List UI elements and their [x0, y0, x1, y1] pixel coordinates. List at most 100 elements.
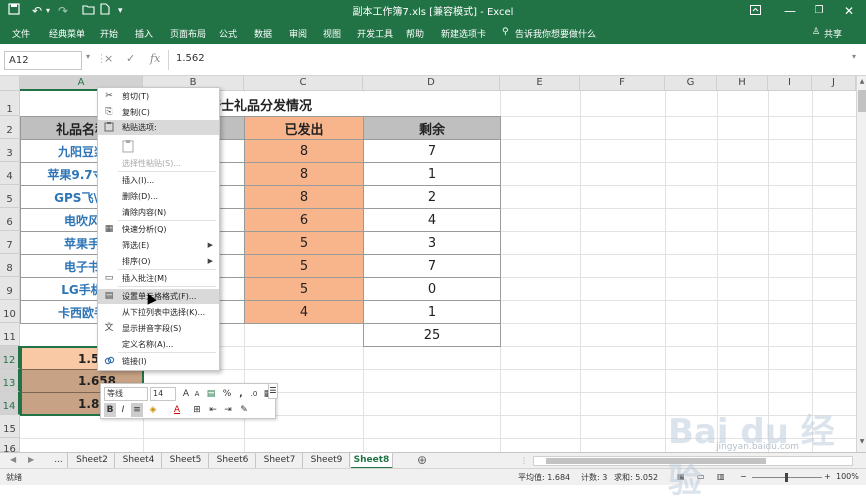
- row-header[interactable]: 15: [0, 415, 20, 438]
- shrink-font-icon[interactable]: A: [192, 387, 202, 401]
- increase-decimal-icon[interactable]: ⇥: [222, 403, 234, 417]
- sent-cell[interactable]: 8: [244, 162, 364, 186]
- tab-scroll-left-icon[interactable]: ◀: [10, 455, 16, 464]
- sheet-tab[interactable]: Sheet2: [70, 453, 115, 469]
- menu-define-name[interactable]: 定义名称(A)...: [98, 337, 219, 352]
- menu-delete[interactable]: 删除(D)...: [98, 189, 219, 204]
- menu-insert-comment[interactable]: ▭ 插入批注(M): [98, 271, 219, 286]
- tab-file[interactable]: 文件: [12, 27, 30, 40]
- row-header[interactable]: 7: [0, 231, 20, 254]
- add-sheet-icon[interactable]: ⊕: [417, 453, 427, 467]
- sheet-tab[interactable]: Sheet4: [116, 453, 162, 469]
- borders-icon[interactable]: ⊞: [191, 403, 203, 417]
- vertical-scrollbar[interactable]: ▲ ▼: [856, 76, 866, 452]
- ribbon-display-icon[interactable]: [740, 2, 770, 20]
- tab-home[interactable]: 开始: [100, 27, 118, 40]
- row-header[interactable]: 11: [0, 323, 20, 346]
- row-header[interactable]: 9: [0, 277, 20, 300]
- sent-cell[interactable]: 5: [244, 277, 364, 301]
- share-button[interactable]: 共享: [824, 27, 842, 40]
- col-header-j[interactable]: J: [812, 76, 856, 91]
- mini-font-select[interactable]: 等线: [104, 387, 148, 401]
- insert-function-icon[interactable]: fx: [150, 52, 160, 65]
- menu-clear-contents[interactable]: 清除内容(N): [98, 205, 219, 220]
- sheet-tab[interactable]: Sheet5: [163, 453, 209, 469]
- row-header[interactable]: 13: [0, 369, 20, 392]
- formula-input[interactable]: 1.562: [176, 53, 205, 64]
- row-header[interactable]: 5: [0, 185, 20, 208]
- comma-style-icon[interactable]: ,: [236, 387, 246, 401]
- sheet-tab[interactable]: Sheet9: [304, 453, 350, 469]
- sent-cell[interactable]: 8: [244, 139, 364, 163]
- expand-formula-icon[interactable]: ▾: [852, 52, 856, 61]
- enter-icon[interactable]: ✓: [126, 52, 135, 65]
- tab-help[interactable]: 帮助: [406, 27, 424, 40]
- sent-cell[interactable]: 8: [244, 185, 364, 209]
- hscroll-split-icon[interactable]: ⋮: [520, 456, 528, 465]
- col-header-e[interactable]: E: [500, 76, 580, 91]
- row-header[interactable]: 12: [0, 346, 20, 369]
- menu-paste-clipboard[interactable]: [98, 136, 219, 156]
- share-icon[interactable]: ♙: [812, 27, 820, 37]
- align-icon[interactable]: ≡: [131, 403, 143, 417]
- sent-cell[interactable]: 4: [244, 300, 364, 324]
- row-header[interactable]: 2: [0, 116, 20, 139]
- menu-pick-from-list[interactable]: 从下拉列表中选择(K)...: [98, 305, 219, 320]
- remaining-cell[interactable]: 4: [363, 208, 501, 232]
- remaining-cell[interactable]: 7: [363, 139, 501, 163]
- remaining-cell[interactable]: 3: [363, 231, 501, 255]
- menu-show-phonetic[interactable]: 文显示拼音字段(S): [98, 321, 219, 336]
- format-painter-icon[interactable]: ✎: [238, 403, 250, 417]
- tab-developer[interactable]: 开发工具: [357, 27, 393, 40]
- lightbulb-icon[interactable]: ⚲: [502, 27, 509, 37]
- bold-button[interactable]: B: [104, 403, 116, 417]
- menu-quick-analysis[interactable]: ▦ 快速分析(Q): [98, 222, 219, 237]
- row-header[interactable]: 10: [0, 300, 20, 323]
- accounting-format-icon[interactable]: ▤: [204, 387, 218, 401]
- tab-overflow[interactable]: ...: [50, 453, 68, 469]
- name-box-dropdown-icon[interactable]: ▾: [86, 52, 90, 61]
- tell-me-search[interactable]: 告诉我你想要做什么: [515, 27, 596, 40]
- row-header[interactable]: 14: [0, 392, 20, 415]
- italic-button[interactable]: I: [118, 403, 128, 417]
- close-icon[interactable]: ✕: [834, 2, 864, 20]
- tab-insert[interactable]: 插入: [135, 27, 153, 40]
- mini-size-select[interactable]: 14: [150, 387, 176, 401]
- row-header[interactable]: 16: [0, 438, 20, 452]
- total-remaining-cell[interactable]: 25: [363, 323, 501, 347]
- col-header-i[interactable]: I: [768, 76, 812, 91]
- tab-review[interactable]: 审阅: [289, 27, 307, 40]
- percent-icon[interactable]: %: [221, 387, 233, 401]
- tab-page-layout[interactable]: 页面布局: [170, 27, 206, 40]
- remaining-cell[interactable]: 0: [363, 277, 501, 301]
- tab-view[interactable]: 视图: [323, 27, 341, 40]
- sent-cell[interactable]: 5: [244, 254, 364, 278]
- row-header[interactable]: 1: [0, 91, 20, 116]
- remaining-cell[interactable]: 7: [363, 254, 501, 278]
- tab-scroll-right-icon[interactable]: ▶: [28, 455, 34, 464]
- sheet-tab[interactable]: Sheet6: [210, 453, 256, 469]
- grow-font-icon[interactable]: A: [181, 387, 191, 401]
- cancel-icon[interactable]: ×: [104, 52, 113, 65]
- sheet-tab-active[interactable]: Sheet8: [351, 453, 393, 469]
- menu-format-cells[interactable]: ▤ 设置单元格格式(F)...: [98, 289, 219, 304]
- row-header[interactable]: 4: [0, 162, 20, 185]
- tab-formulas[interactable]: 公式: [219, 27, 237, 40]
- scroll-up-icon[interactable]: ▲: [858, 78, 866, 86]
- name-box[interactable]: A12: [4, 51, 82, 70]
- increase-decimal-icon[interactable]: .0: [249, 387, 259, 401]
- row-header[interactable]: 6: [0, 208, 20, 231]
- tab-data[interactable]: 数据: [254, 27, 272, 40]
- fill-color-icon[interactable]: ◈: [146, 403, 160, 417]
- sheet-title-cell[interactable]: 骑士礼品分发情况: [20, 92, 500, 116]
- menu-sort[interactable]: 排序(O) ▶: [98, 254, 219, 269]
- menu-link[interactable]: 链接(I): [98, 354, 219, 369]
- menu-cut[interactable]: ✂ 剪切(T): [98, 89, 219, 104]
- row-header[interactable]: 8: [0, 254, 20, 277]
- scrollbar-thumb[interactable]: [858, 90, 866, 112]
- tab-classic-menu[interactable]: 经典菜单: [49, 27, 85, 40]
- decrease-decimal-icon[interactable]: ⇤: [207, 403, 219, 417]
- remaining-cell[interactable]: 1: [363, 300, 501, 324]
- select-all-corner[interactable]: [0, 76, 20, 91]
- font-color-icon[interactable]: A: [171, 403, 183, 417]
